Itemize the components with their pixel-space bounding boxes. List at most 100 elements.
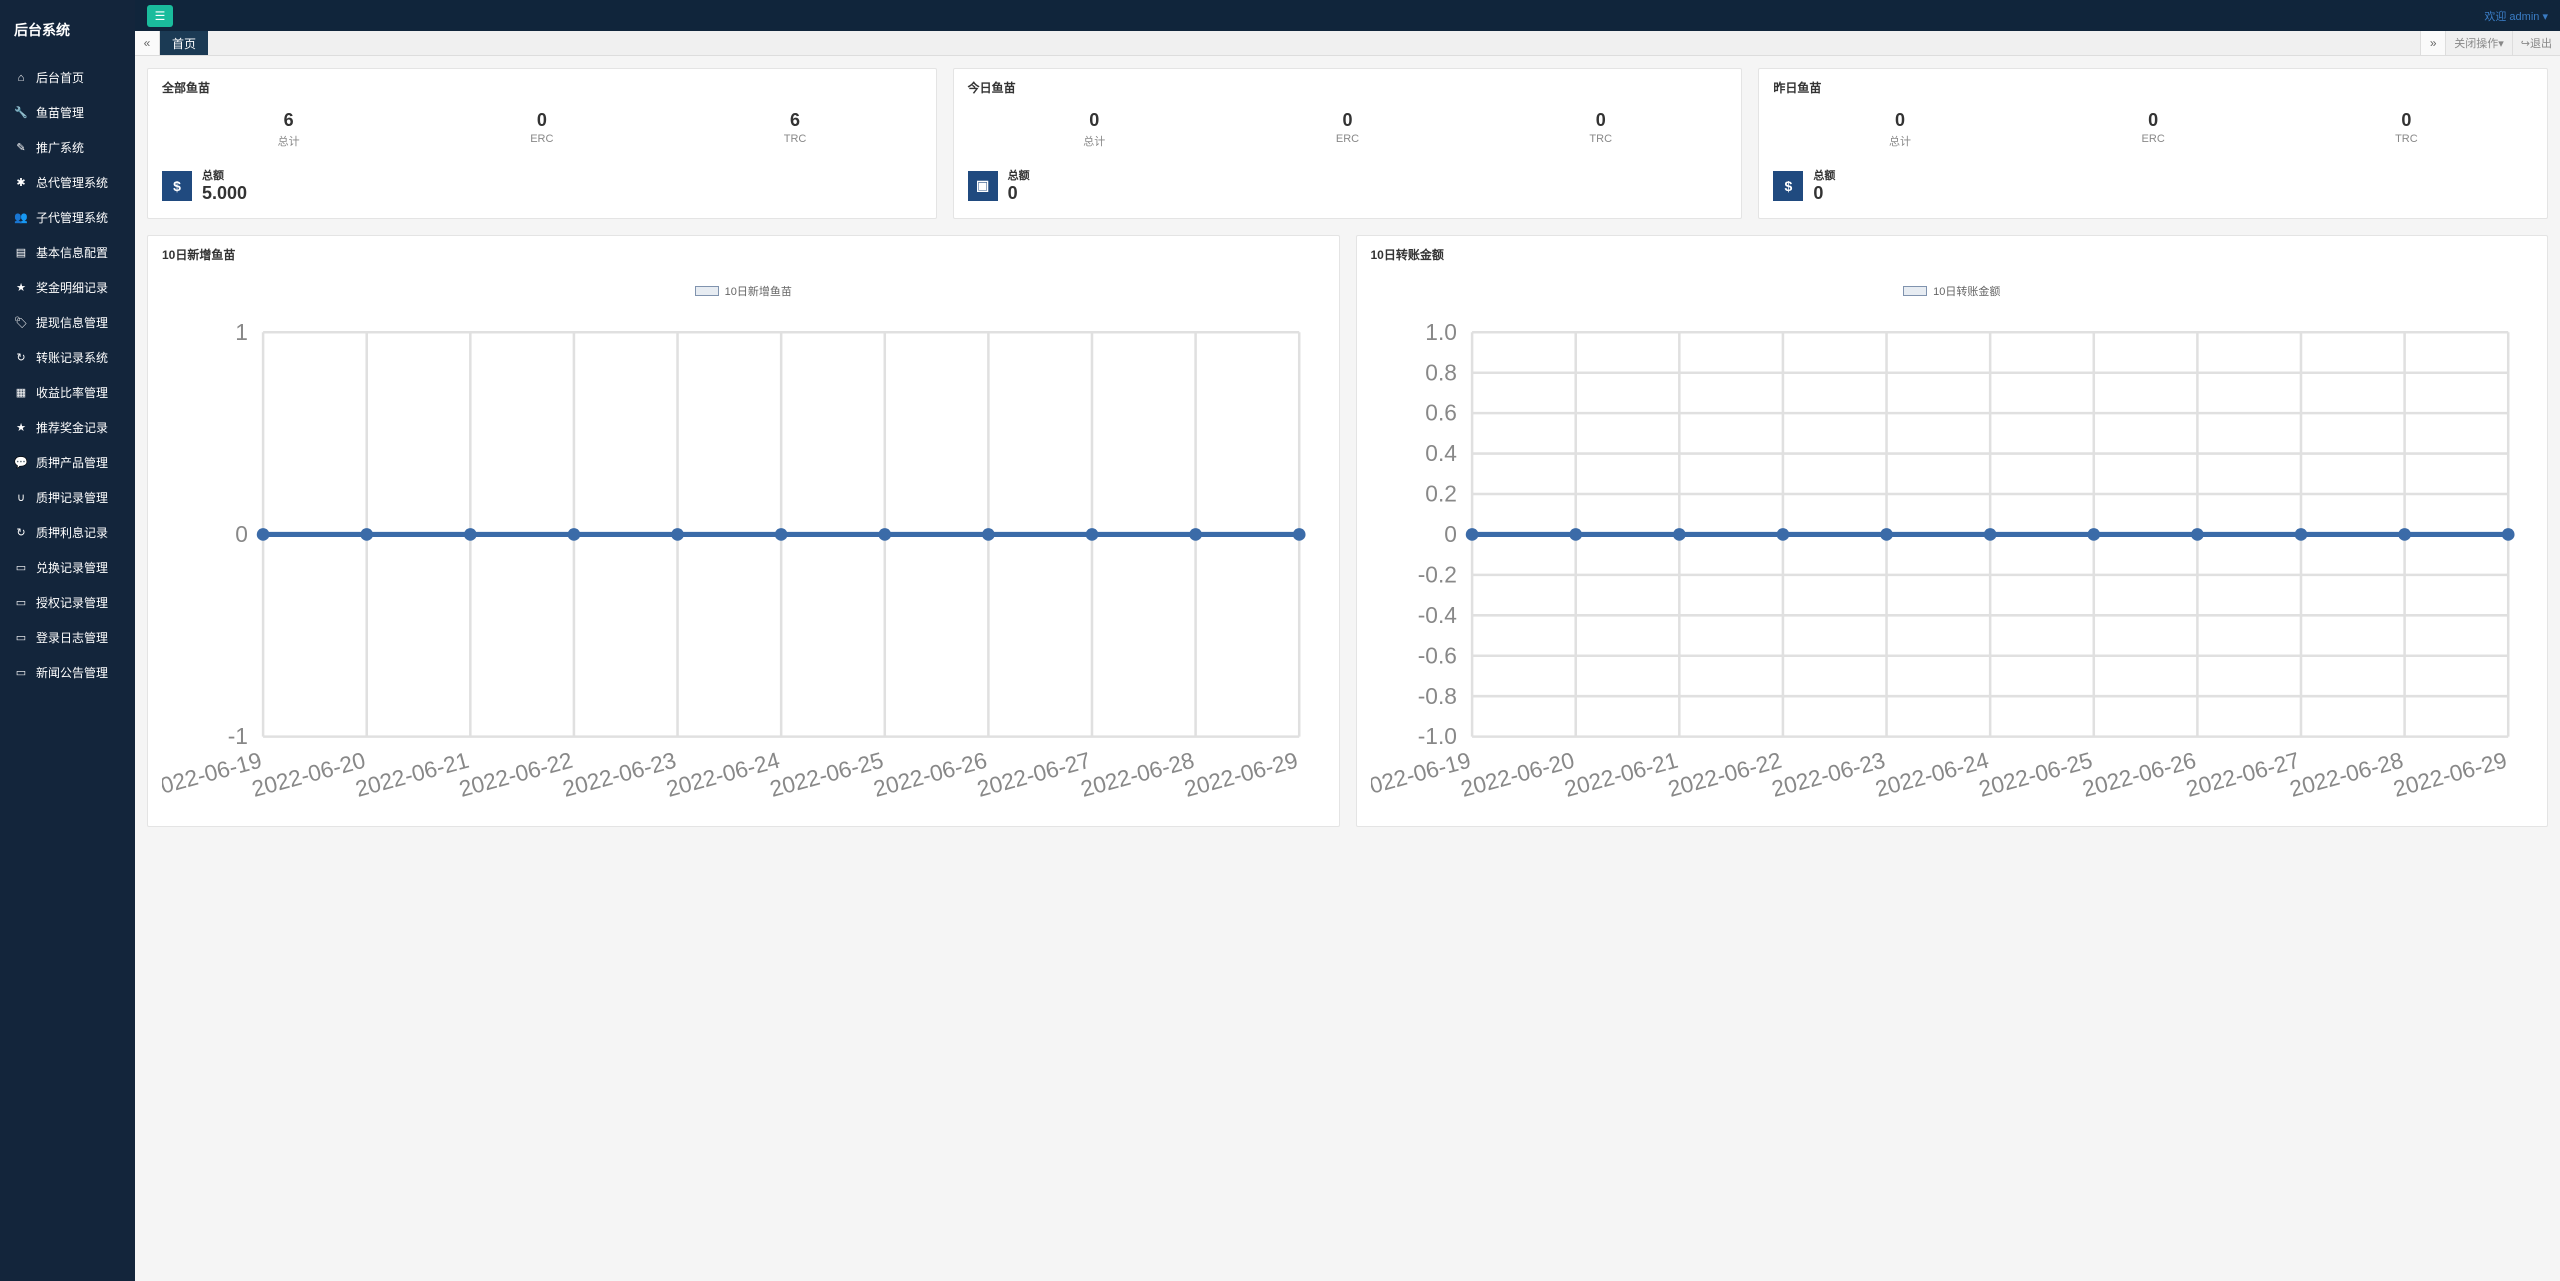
sidebar-item-label: 奖金明细记录 bbox=[36, 279, 108, 296]
stats-row: 0总计0ERC0TRC bbox=[968, 106, 1728, 153]
sidebar-item-3[interactable]: ✱总代管理系统 bbox=[0, 165, 135, 200]
book-icon: ▭ bbox=[14, 666, 28, 680]
sidebar-item-14[interactable]: ▭兑换记录管理 bbox=[0, 550, 135, 585]
svg-text:2022-06-23: 2022-06-23 bbox=[1768, 747, 1887, 802]
sidebar-item-2[interactable]: ✎推广系统 bbox=[0, 130, 135, 165]
chart-svg: -1.0-0.8-0.6-0.4-0.200.20.40.60.81.02022… bbox=[1371, 307, 2534, 812]
stat-value: 0 bbox=[415, 110, 668, 131]
svg-text:2022-06-22: 2022-06-22 bbox=[1665, 747, 1784, 802]
svg-text:-0.4: -0.4 bbox=[1417, 602, 1456, 628]
hamburger-icon: ☰ bbox=[155, 9, 166, 23]
logout-button[interactable]: ↪ 退出 bbox=[2512, 31, 2560, 55]
sidebar-item-label: 推荐奖金记录 bbox=[36, 419, 108, 436]
stat-label: ERC bbox=[415, 133, 668, 145]
stat-card-0: 全部鱼苗6总计0ERC6TRC$总额5.000 bbox=[147, 68, 937, 219]
stat-0: 0总计 bbox=[1773, 106, 2026, 153]
sidebar-item-label: 推广系统 bbox=[36, 139, 84, 156]
sidebar-item-8[interactable]: ↻转账记录系统 bbox=[0, 340, 135, 375]
users-icon: 👥 bbox=[14, 211, 28, 225]
file-icon: ▤ bbox=[14, 246, 28, 260]
stat-1: 0ERC bbox=[2027, 106, 2280, 153]
stat-label: 总计 bbox=[162, 133, 415, 149]
svg-text:2022-06-27: 2022-06-27 bbox=[2183, 747, 2302, 802]
sidebar-item-13[interactable]: ↻质押利息记录 bbox=[0, 515, 135, 550]
svg-text:0.8: 0.8 bbox=[1425, 359, 1457, 385]
wrench-icon: 🔧 bbox=[14, 106, 28, 120]
sidebar-item-16[interactable]: ▭登录日志管理 bbox=[0, 620, 135, 655]
sidebar-item-4[interactable]: 👥 子代管理系统 bbox=[0, 200, 135, 235]
svg-text:0: 0 bbox=[1444, 521, 1457, 547]
svg-text:2022-06-26: 2022-06-26 bbox=[2079, 747, 2198, 802]
stat-2: 0TRC bbox=[1474, 106, 1727, 153]
sidebar-item-11[interactable]: 💬质押产品管理 bbox=[0, 445, 135, 480]
sidebar-item-10[interactable]: ★推荐奖金记录 bbox=[0, 410, 135, 445]
close-ops-dropdown[interactable]: 关闭操作 ▾ bbox=[2445, 31, 2512, 55]
sidebar-item-label: 授权记录管理 bbox=[36, 594, 108, 611]
close-ops-label: 关闭操作 bbox=[2454, 35, 2498, 51]
svg-text:2022-06-26: 2022-06-26 bbox=[871, 747, 990, 802]
stat-1: 0ERC bbox=[1221, 106, 1474, 153]
book-icon: ▭ bbox=[14, 631, 28, 645]
stat-value: 0 bbox=[2280, 110, 2533, 131]
sidebar-item-6[interactable]: ★奖金明细记录 bbox=[0, 270, 135, 305]
sidebar-item-5[interactable]: ▤ 基本信息配置 bbox=[0, 235, 135, 270]
caret-down-icon: ▾ bbox=[2542, 11, 2548, 23]
stat-value: 0 bbox=[1474, 110, 1727, 131]
stat-cards-row: 全部鱼苗6总计0ERC6TRC$总额5.000今日鱼苗0总计0ERC0TRC▣总… bbox=[147, 68, 2548, 219]
sidebar-item-7[interactable]: 🏷 提现信息管理 bbox=[0, 305, 135, 340]
sidebar-item-label: 质押记录管理 bbox=[36, 489, 108, 506]
calendar-icon: ▦ bbox=[14, 386, 28, 400]
chart-legend: 10日转账金额 bbox=[1371, 283, 2534, 299]
stats-row: 6总计0ERC6TRC bbox=[162, 106, 922, 153]
svg-text:2022-06-25: 2022-06-25 bbox=[1975, 747, 2094, 802]
total-row: $总额5.000 bbox=[162, 167, 922, 204]
archive-icon: ▣ bbox=[968, 171, 998, 201]
tab-home[interactable]: 首页 bbox=[160, 31, 208, 55]
svg-text:-1: -1 bbox=[228, 723, 248, 749]
sidebar-item-label: 子代管理系统 bbox=[36, 209, 108, 226]
sidebar: 后台系统 ⌂后台首页🔧鱼苗管理✎推广系统✱总代管理系统👥子代管理系统▤基本信息配… bbox=[0, 0, 135, 1281]
svg-text:1.0: 1.0 bbox=[1425, 319, 1457, 345]
menu-toggle-button[interactable]: ☰ bbox=[147, 5, 173, 27]
signout-icon: ↪ bbox=[2521, 37, 2530, 50]
logout-label: 退出 bbox=[2530, 35, 2552, 51]
total-row: $总额0 bbox=[1773, 167, 2533, 204]
user-dropdown[interactable]: 欢迎 admin ▾ bbox=[2484, 8, 2548, 24]
card-title: 今日鱼苗 bbox=[954, 69, 1742, 106]
sidebar-item-15[interactable]: ▭授权记录管理 bbox=[0, 585, 135, 620]
charts-row: 10日新增鱼苗10日新增鱼苗-1012022-06-192022-06-2020… bbox=[147, 235, 2548, 827]
tab-scroll-left-button[interactable]: « bbox=[135, 31, 160, 55]
sidebar-item-1[interactable]: 🔧鱼苗管理 bbox=[0, 95, 135, 130]
caret-down-icon: ▾ bbox=[2498, 37, 2504, 50]
legend-swatch bbox=[1903, 286, 1927, 296]
tab-scroll-right-button[interactable]: » bbox=[2420, 31, 2445, 55]
sidebar-item-12[interactable]: ∪质押记录管理 bbox=[0, 480, 135, 515]
sidebar-item-17[interactable]: ▭ 新闻公告管理 bbox=[0, 655, 135, 690]
stat-label: 总计 bbox=[1773, 133, 2026, 149]
chart-card-1: 10日转账金额10日转账金额-1.0-0.8-0.6-0.4-0.200.20.… bbox=[1356, 235, 2549, 827]
sidebar-item-label: 提现信息管理 bbox=[36, 314, 108, 331]
stat-value: 0 bbox=[1221, 110, 1474, 131]
tag-icon: 🏷 bbox=[14, 316, 28, 330]
svg-text:0.4: 0.4 bbox=[1425, 440, 1457, 466]
svg-text:2022-06-19: 2022-06-19 bbox=[1371, 747, 1473, 802]
sidebar-item-9[interactable]: ▦收益比率管理 bbox=[0, 375, 135, 410]
total-row: ▣总额0 bbox=[968, 167, 1728, 204]
svg-text:2022-06-27: 2022-06-27 bbox=[974, 747, 1093, 802]
stat-value: 6 bbox=[668, 110, 921, 131]
svg-text:-0.2: -0.2 bbox=[1417, 561, 1456, 587]
svg-text:2022-06-21: 2022-06-21 bbox=[1561, 747, 1680, 802]
sidebar-item-0[interactable]: ⌂后台首页 bbox=[0, 60, 135, 95]
total-value: 0 bbox=[1813, 183, 1835, 204]
sidebar-item-label: 新闻公告管理 bbox=[36, 664, 108, 681]
svg-text:2022-06-29: 2022-06-29 bbox=[2390, 747, 2509, 802]
sidebar-item-label: 转账记录系统 bbox=[36, 349, 108, 366]
sidebar-item-label: 兑换记录管理 bbox=[36, 559, 108, 576]
cog-icon: ✱ bbox=[14, 176, 28, 190]
chart-title: 10日转账金额 bbox=[1357, 236, 2548, 273]
stat-card-1: 今日鱼苗0总计0ERC0TRC ▣总额0 bbox=[953, 68, 1743, 219]
sidebar-item-label: 质押产品管理 bbox=[36, 454, 108, 471]
card-title: 全部鱼苗 bbox=[148, 69, 936, 106]
sidebar-item-label: 基本信息配置 bbox=[36, 244, 108, 261]
sidebar-item-label: 质押利息记录 bbox=[36, 524, 108, 541]
